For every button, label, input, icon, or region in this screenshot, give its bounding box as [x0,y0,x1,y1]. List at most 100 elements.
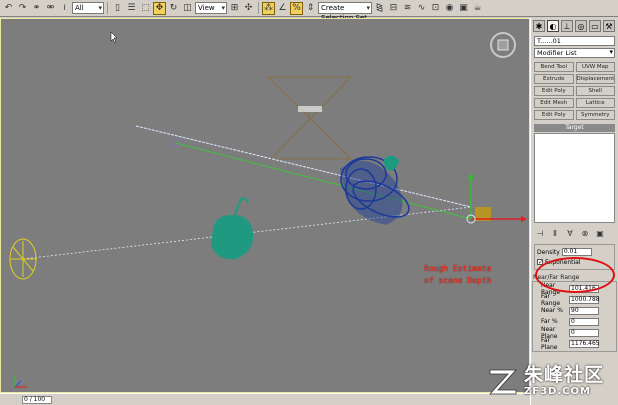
modifier-list-dropdown[interactable]: Modifier List [534,48,615,58]
select-and-scale-icon[interactable]: ◫ [181,2,194,15]
select-and-manipulate-icon[interactable]: ✣ [242,2,255,15]
make-unique-icon[interactable]: ∀ [564,229,576,238]
density-highlight-circle [535,257,615,293]
align-icon[interactable]: ⊟ [387,2,400,15]
spinner-snap-icon[interactable]: ⇕ [304,2,317,15]
link-icon[interactable]: ⚭ [30,2,43,15]
modifier-button[interactable]: Edit Mesh [534,98,574,108]
modifier-stack-list[interactable] [534,133,615,223]
modifier-button[interactable]: Edit Poly [534,86,574,96]
param-row: Near % 90 [541,305,614,316]
param-spinner[interactable]: 0 [569,317,599,326]
modifier-button[interactable]: Symmetry [575,110,615,120]
modifier-buttons: Bend Tool UVW Map Extrude Displacement E… [534,62,615,120]
pin-stack-icon[interactable]: ⊣ [534,229,546,238]
curve-editor-icon[interactable]: ∿ [415,2,428,15]
modifier-button[interactable]: Displacement [575,74,615,84]
modifier-button[interactable]: Bend Tool [534,62,574,72]
modifier-stack-title[interactable]: Target [534,124,615,132]
select-by-name-icon[interactable]: ☰ [125,2,138,15]
param-row: Far Plane 1176.465 [541,336,614,351]
select-and-move-icon[interactable]: ✥ [153,1,166,15]
display-tab-icon[interactable]: ▭ [589,20,601,32]
status-bar: 0 / 100 [0,393,530,405]
param-spinner[interactable]: 90 [569,306,599,315]
command-panel: ✱ ◐ ⊥ ◎ ▭ ⚒ T......01 Modifier List Bend… [530,18,618,405]
viewport-scene [9,31,527,388]
param-label: Near % [541,307,563,314]
frame-slider-field[interactable]: 0 / 100 [22,396,52,404]
modify-tab-icon[interactable]: ◐ [547,20,559,32]
param-row: Far Range 1000.788 [541,292,614,307]
watermark-en: ZF3D.COM [524,385,591,397]
show-end-result-icon[interactable]: Ⅱ [549,229,561,238]
density-label: Density [537,248,560,256]
z-logo-icon [489,369,517,395]
world-axis-icon [14,375,27,388]
toolbar-divider [107,2,108,14]
quick-render-icon[interactable]: ☕ [471,2,484,15]
undo-icon[interactable]: ↶ [2,2,15,15]
named-selection-dropdown[interactable]: Create Selection Set [318,2,372,22]
configure-modifier-sets-icon[interactable]: ▣ [594,229,606,238]
reference-coordinate-dropdown[interactable]: View [195,2,227,14]
remove-modifier-icon[interactable]: ⊗ [579,229,591,238]
light-frustum [267,76,352,160]
param-label: Far Plane [541,336,558,351]
angle-snap-icon[interactable]: ∠ [276,2,289,15]
density-row: Density 0.01 [537,247,612,257]
material-editor-icon[interactable]: ◉ [443,2,456,15]
watermark-cn: 朱峰社区 [524,363,605,386]
command-panel-tabs: ✱ ◐ ⊥ ◎ ▭ ⚒ [531,18,618,34]
modifier-button[interactable]: Lattice [575,98,615,108]
range-line [175,142,472,220]
perspective-viewport[interactable] [0,18,530,393]
select-object-icon[interactable]: ▯ [111,2,124,15]
snaps-toggle-icon[interactable]: ⁂ [262,1,275,15]
param-spinner[interactable]: 1176.465 [569,339,600,348]
density-spinner[interactable]: 0.01 [561,248,592,256]
camera-target-line [135,125,472,208]
object-name-field[interactable]: T......01 [534,36,615,46]
motion-tab-icon[interactable]: ◎ [575,20,587,32]
transform-gizmo [466,173,527,224]
use-pivot-center-icon[interactable]: ⊞ [228,2,241,15]
modifier-button[interactable]: Extrude [534,74,574,84]
schematic-view-icon[interactable]: ⊡ [429,2,442,15]
main-toolbar: ↶ ↷ ⚭ ⚮ ≀ All ▯ ☰ ⬚ ✥ ↻ ◫ View ⊞ ✣ ⁂ ∠ %… [0,0,618,22]
select-and-rotate-icon[interactable]: ↻ [167,2,180,15]
watermark: 朱峰社区 ZF3D.COM [486,359,616,403]
annotation-line-2: of scene Depth [424,276,492,285]
mouse-cursor-icon [110,31,118,44]
modifier-button[interactable]: UVW Map [575,62,615,72]
render-setup-icon[interactable]: ▣ [457,2,470,15]
utilities-tab-icon[interactable]: ⚒ [603,20,615,32]
rectangular-region-icon[interactable]: ⬚ [139,2,152,15]
scene-depth-annotation: Rough Estimate of scene Depth [424,263,524,287]
unlink-icon[interactable]: ⚮ [44,2,57,15]
modifier-button[interactable]: Shell [575,86,615,96]
redo-icon[interactable]: ↷ [16,2,29,15]
light-icon [298,106,322,112]
bind-spacewarp-icon[interactable]: ≀ [58,2,71,15]
small-teal-object [383,155,399,171]
hierarchy-tab-icon[interactable]: ⊥ [561,20,573,32]
annotation-line-1: Rough Estimate [424,264,492,273]
param-spinner[interactable]: 0 [569,328,599,337]
viewcube-icon [490,32,516,58]
selection-filter-dropdown[interactable]: All [72,2,104,14]
create-tab-icon[interactable]: ✱ [533,20,545,32]
stack-icon-row: ⊣ Ⅱ ∀ ⊗ ▣ [531,227,618,240]
toolbar-divider [258,2,259,14]
param-spinner[interactable]: 1000.788 [569,295,600,304]
modifier-button[interactable]: Edit Poly [534,110,574,120]
mirror-icon[interactable]: ⧎ [373,2,386,15]
percent-snap-icon[interactable]: % [290,1,303,15]
watermark-text: 朱峰社区 ZF3D.COM [524,363,605,397]
teal-apple-object [211,197,254,260]
camera-gizmo [9,238,37,280]
param-label: Far % [541,318,558,325]
param-label: Far Range [541,292,561,307]
layer-manager-icon[interactable]: ≋ [401,2,414,15]
near-range-box [170,138,182,147]
